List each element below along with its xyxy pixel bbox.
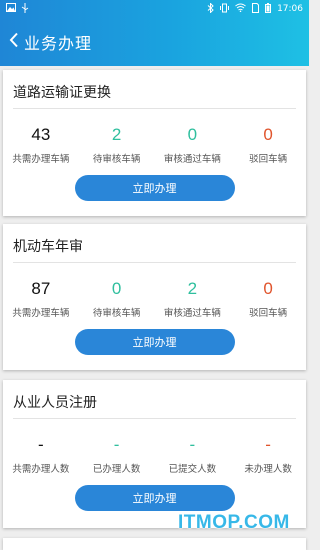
watermark: ITMOP.COM [178, 512, 290, 533]
status-time: 17:06 [277, 4, 303, 14]
stat-label: 待审核车辆 [92, 308, 141, 319]
stat-value: 0 [263, 279, 273, 298]
stat-value: 2 [187, 279, 198, 298]
stat-total: 87 共需办理车辆 [3, 263, 79, 325]
status-bar: 17:06 [0, 0, 309, 18]
sim-icon [252, 2, 260, 16]
stat-value: - [265, 435, 271, 454]
stat-value: 2 [111, 125, 122, 144]
stat-label: 未办理人数 [244, 464, 292, 475]
stat-label: 审核通过车辆 [163, 308, 221, 319]
stat-total: - 共需办理人数 [3, 419, 79, 481]
back-button[interactable] [6, 31, 22, 53]
process-now-button[interactable]: 立即办理 [74, 485, 235, 511]
stat-label: 待审核车辆 [92, 154, 141, 165]
card-vehicle-annual-inspection: 机动车年审 87 共需办理车辆 0 待审核车辆 2 审核通过车辆 0 驳回车辆 … [3, 224, 306, 370]
card-title: 从业人员注册 [13, 395, 97, 411]
page-title: 业务办理 [24, 34, 93, 53]
stats-row: 43 共需办理车辆 2 待审核车辆 0 审核通过车辆 0 驳回车辆 [3, 109, 306, 171]
stat-label: 已办理人数 [92, 464, 141, 475]
stat-label: 审核通过车辆 [163, 154, 221, 165]
stat-total: 43 共需办理车辆 [3, 109, 79, 171]
bluetooth-icon [207, 1, 214, 16]
stats-row: - 共需办理人数 - 已办理人数 - 已提交人数 - 未办理人数 [3, 419, 306, 481]
process-now-button[interactable]: 立即办理 [74, 175, 235, 201]
stat-value: 0 [111, 279, 122, 298]
stat-label: 共需办理人数 [12, 464, 70, 475]
stat-value: 0 [187, 125, 198, 144]
stat-label: 共需办理车辆 [12, 154, 70, 165]
stat-pending: 2 待审核车辆 [79, 109, 155, 171]
wifi-icon [235, 3, 246, 15]
stat-value: 43 [31, 125, 51, 144]
stat-approved: 2 审核通过车辆 [155, 263, 231, 325]
stat-value: 0 [263, 125, 273, 144]
stat-value: 87 [31, 279, 51, 298]
stat-submitted: - 已提交人数 [155, 419, 231, 481]
stat-label: 共需办理车辆 [12, 308, 70, 319]
battery-icon [265, 2, 272, 16]
stat-value: - [189, 435, 196, 454]
card-partial [3, 538, 306, 550]
card-title: 机动车年审 [13, 239, 83, 255]
stat-label: 驳回车辆 [249, 154, 288, 165]
vibrate-icon [220, 3, 230, 16]
stats-row: 87 共需办理车辆 0 待审核车辆 2 审核通过车辆 0 驳回车辆 [3, 263, 306, 325]
stat-pending: 0 待审核车辆 [79, 263, 155, 325]
stat-handled: - 已办理人数 [79, 419, 155, 481]
card-title: 道路运输证更换 [13, 85, 111, 101]
stat-approved: 0 审核通过车辆 [155, 109, 231, 171]
chevron-left-icon [9, 32, 19, 52]
card-practitioner-registration: 从业人员注册 - 共需办理人数 - 已办理人数 - 已提交人数 - 未办理人数 … [3, 380, 306, 528]
app-header: 业务办理 [0, 18, 309, 66]
usb-icon [21, 2, 29, 16]
stat-label: 已提交人数 [168, 464, 217, 475]
card-road-transport-license: 道路运输证更换 43 共需办理车辆 2 待审核车辆 0 审核通过车辆 0 驳回车… [3, 70, 306, 216]
process-now-button[interactable]: 立即办理 [74, 329, 235, 355]
stat-unhandled: - 未办理人数 [230, 419, 306, 481]
stat-value: - [113, 435, 120, 454]
stat-rejected: 0 驳回车辆 [230, 263, 306, 325]
stat-label: 驳回车辆 [249, 308, 288, 319]
stat-rejected: 0 驳回车辆 [230, 109, 306, 171]
stat-value: - [38, 435, 44, 454]
image-icon [6, 3, 16, 15]
